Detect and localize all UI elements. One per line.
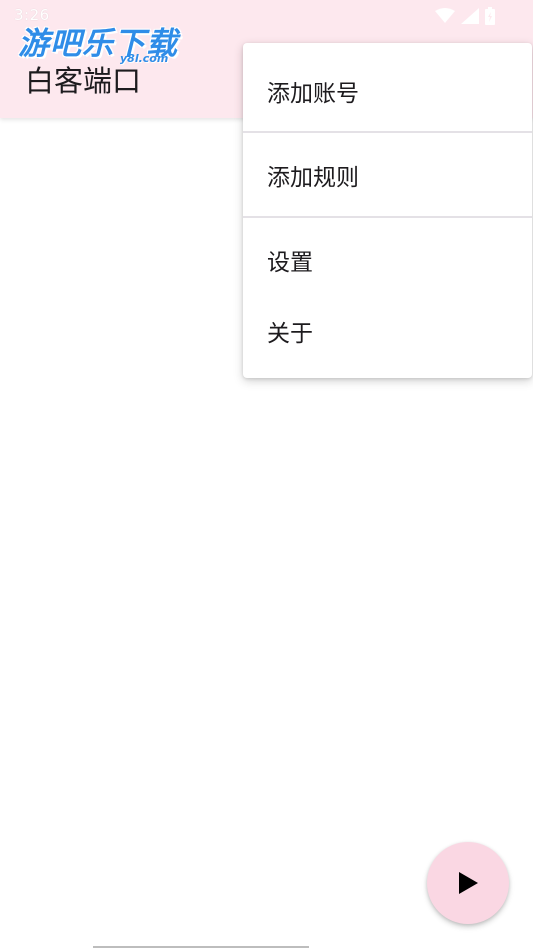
cellular-signal-icon bbox=[461, 8, 479, 24]
menu-item-about[interactable]: 关于 bbox=[243, 301, 532, 361]
menu-item-settings[interactable]: 设置 bbox=[243, 230, 532, 290]
app-screen: 3:26 游吧乐下载 y8l.com 白客端口 添加账号 添加规则 设置 关于 bbox=[0, 0, 533, 948]
app-title: 白客端口 bbox=[25, 64, 142, 98]
menu-item-label: 添加规则 bbox=[267, 165, 359, 191]
menu-item-label: 设置 bbox=[267, 250, 313, 276]
wifi-icon bbox=[435, 8, 455, 23]
overflow-menu: 添加账号 添加规则 设置 关于 bbox=[243, 43, 532, 378]
menu-item-label: 关于 bbox=[267, 321, 313, 347]
menu-item-label: 添加账号 bbox=[267, 81, 359, 107]
menu-divider bbox=[243, 131, 532, 133]
play-icon bbox=[459, 872, 478, 894]
menu-item-add-rule[interactable]: 添加规则 bbox=[243, 145, 532, 205]
battery-icon bbox=[485, 7, 495, 25]
play-fab-button[interactable] bbox=[427, 842, 509, 924]
menu-item-add-account[interactable]: 添加账号 bbox=[243, 61, 532, 121]
menu-divider bbox=[243, 216, 532, 218]
status-icons bbox=[435, 7, 495, 25]
